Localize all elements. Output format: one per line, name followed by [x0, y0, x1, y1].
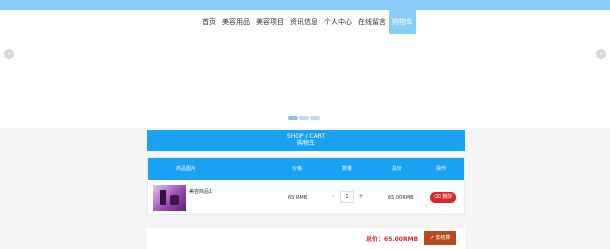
- nav-item-news[interactable]: 资讯信息: [287, 10, 321, 34]
- column-header-image: 商品图片: [176, 166, 197, 172]
- cart-header: SHOP / CART 购物车: [147, 130, 465, 151]
- nav-item-home[interactable]: 首页: [199, 10, 219, 34]
- column-header-total: 总价: [392, 166, 403, 172]
- increase-quantity-button[interactable]: +: [356, 191, 366, 203]
- column-header-actions: 操作: [436, 166, 447, 172]
- cart-summary: 总价：65.00RMB ↗ 去结算: [147, 228, 465, 249]
- decrease-quantity-button[interactable]: -: [328, 191, 338, 203]
- checkout-icon: ↗: [429, 235, 434, 241]
- nav-item-beauty-services[interactable]: 美容项目: [253, 10, 287, 34]
- chevron-left-icon[interactable]: ‹: [4, 49, 14, 59]
- cart-table: 商品图片 价格 数量 总价 操作 美容商品1 65 RMB - 1 + 65.0…: [147, 157, 465, 215]
- column-header-quantity: 数量: [342, 166, 353, 172]
- delete-label: 删除: [442, 194, 453, 200]
- product-total: 65.00RMB: [388, 195, 414, 201]
- nav-item-profile[interactable]: 个人中心: [321, 10, 355, 34]
- nav-item-beauty-products[interactable]: 美容用品: [219, 10, 253, 34]
- product-name[interactable]: 美容商品1: [189, 188, 212, 195]
- nav-item-messages[interactable]: 在线留言: [355, 10, 389, 34]
- banner-carousel: ‹ ›: [0, 34, 610, 128]
- checkout-label: 去结算: [435, 235, 451, 241]
- column-header-price: 价格: [292, 166, 303, 172]
- top-accent-bar: [0, 0, 610, 10]
- carousel-dots: [288, 116, 320, 120]
- total-price: 总价：65.00RMB: [366, 236, 419, 243]
- product-price: 65 RMB: [288, 195, 308, 201]
- table-row: 美容商品1 65 RMB - 1 + 65.00RMB ⌫ 删除: [148, 180, 464, 214]
- trash-icon: ⌫: [433, 194, 441, 200]
- delete-button[interactable]: ⌫ 删除: [430, 192, 456, 203]
- carousel-dot[interactable]: [288, 116, 298, 120]
- carousel-dot[interactable]: [310, 116, 320, 120]
- product-image[interactable]: [153, 185, 186, 211]
- nav-item-cart[interactable]: 购物车: [389, 10, 416, 34]
- chevron-right-icon[interactable]: ›: [596, 49, 606, 59]
- cart-subtitle: 购物车: [296, 140, 315, 147]
- quantity-stepper: - 1 +: [328, 191, 368, 203]
- table-header: 商品图片 价格 数量 总价 操作: [148, 158, 464, 180]
- quantity-input[interactable]: 1: [340, 191, 354, 203]
- checkout-button[interactable]: ↗ 去结算: [424, 231, 456, 245]
- cart-title: SHOP / CART: [286, 133, 326, 140]
- carousel-dot[interactable]: [299, 116, 309, 120]
- main-nav: 首页 美容用品 美容项目 资讯信息 个人中心 在线留言 购物车: [0, 10, 610, 34]
